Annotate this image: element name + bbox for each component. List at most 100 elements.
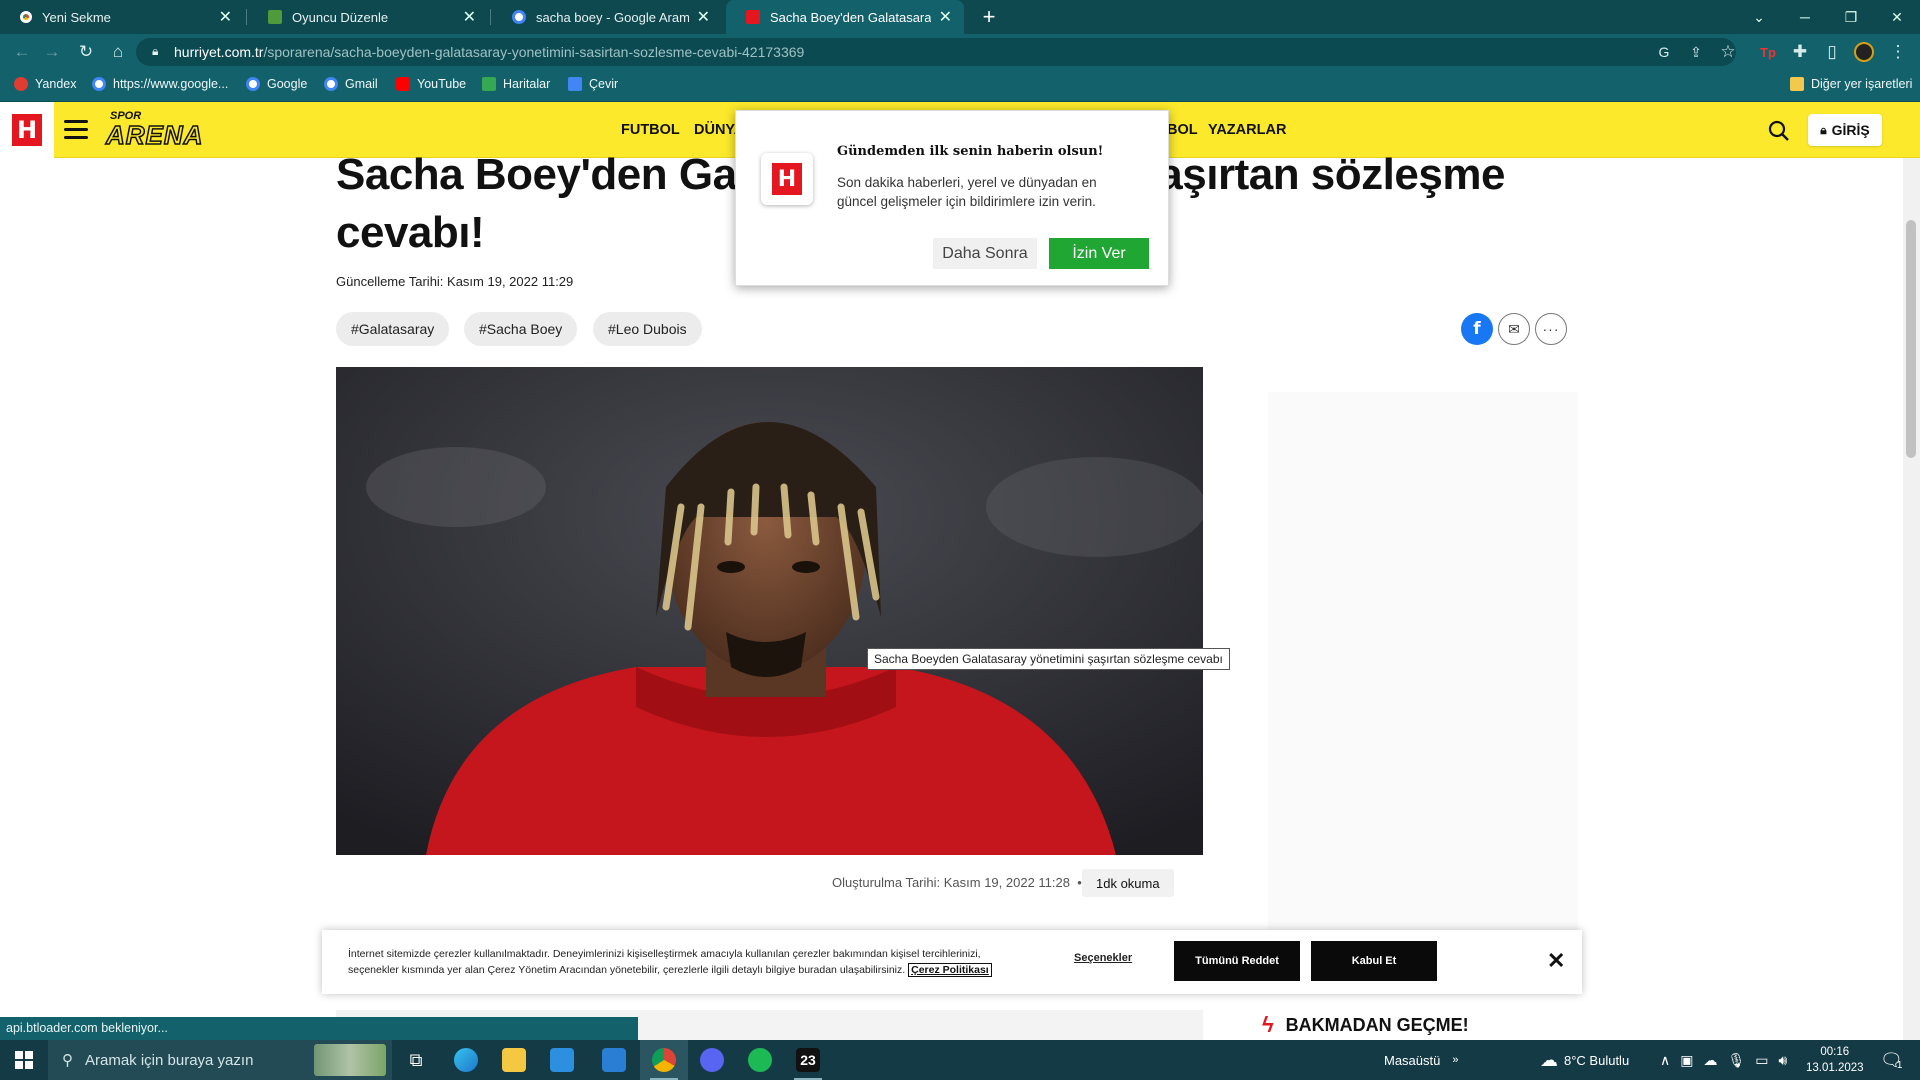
cookie-options-link[interactable]: Seçenekler: [1074, 952, 1132, 964]
bookmark-translate[interactable]: Çevir: [568, 77, 618, 91]
nav-futbol[interactable]: FUTBOL: [621, 122, 680, 138]
profile-avatar[interactable]: [1852, 40, 1876, 64]
bookmarks-bar: Yandex https://www.google... Google Gmai…: [0, 70, 1920, 102]
nav-yazarlar[interactable]: YAZARLAR: [1208, 122, 1286, 138]
extension-tp-icon[interactable]: Tp: [1756, 40, 1780, 64]
search-icon: ⚲: [62, 1052, 73, 1069]
file-explorer-icon[interactable]: [490, 1040, 538, 1080]
store-icon[interactable]: [538, 1040, 586, 1080]
translate-icon: [568, 77, 582, 91]
nav-basketbol[interactable]: BOL: [1167, 122, 1198, 138]
later-button[interactable]: Daha Sonra: [933, 238, 1037, 269]
tab-search-icon[interactable]: ⌄: [1736, 0, 1782, 34]
task-view-icon[interactable]: ⧉: [392, 1040, 440, 1080]
logo-container[interactable]: H: [0, 102, 54, 158]
spotify-icon[interactable]: [736, 1040, 784, 1080]
volume-icon[interactable]: 🔊︎: [1779, 1052, 1788, 1069]
app-23-icon[interactable]: 23: [784, 1040, 832, 1080]
onedrive-icon[interactable]: ☁: [1703, 1052, 1717, 1069]
google-lens-icon[interactable]: G: [1652, 40, 1676, 64]
allow-button[interactable]: İzin Ver: [1049, 238, 1149, 269]
other-bookmarks[interactable]: Diğer yer işaretleri: [1790, 77, 1912, 91]
back-icon[interactable]: ←: [10, 40, 34, 64]
extensions-puzzle-icon[interactable]: ✚: [1788, 40, 1812, 64]
device-icon[interactable]: ▣: [1680, 1052, 1693, 1069]
address-bar[interactable]: 🔒︎ hurriyet.com.tr/sporarena/sacha-boeyd…: [136, 38, 1736, 66]
close-tab-icon[interactable]: ✕: [463, 7, 476, 27]
forward-icon[interactable]: →: [40, 40, 64, 64]
taskbar-search-input[interactable]: ⚲ Aramak için buraya yazın: [48, 1040, 392, 1080]
yandex-icon: [14, 77, 28, 91]
tab-title: Yeni Sekme: [42, 9, 111, 25]
google-icon: [246, 77, 260, 91]
bookmark-maps[interactable]: Haritalar: [482, 77, 550, 91]
home-icon[interactable]: ⌂: [106, 40, 130, 64]
login-button[interactable]: 🔒︎ GİRİŞ: [1808, 114, 1882, 146]
close-icon[interactable]: ✕: [1547, 948, 1565, 974]
bookmark-star-icon[interactable]: ☆: [1716, 40, 1740, 64]
cookie-policy-link[interactable]: Çerez Politikası: [908, 963, 992, 977]
created-date: Oluşturulma Tarihi: Kasım 19, 2022 11:28…: [832, 875, 1082, 890]
tab-new-tab[interactable]: Yeni Sekme ✕: [0, 0, 244, 34]
tag-chip[interactable]: #Sacha Boey: [464, 312, 578, 346]
new-tab-button[interactable]: +: [976, 4, 1002, 30]
bookmark-youtube[interactable]: YouTube: [396, 77, 466, 91]
youtube-icon: [396, 77, 410, 91]
windows-taskbar: ⚲ Aramak için buraya yazın ⧉ 23 Masaüstü…: [0, 1040, 1920, 1080]
chevron-up-icon[interactable]: ∧: [1660, 1052, 1670, 1069]
mail-icon[interactable]: [590, 1040, 638, 1080]
notification-permission-dialog: H Gündemden ilk senin haberin olsun! Son…: [735, 110, 1169, 286]
desktop-label[interactable]: Masaüstü»: [1384, 1040, 1459, 1080]
search-icon[interactable]: [1768, 120, 1790, 142]
image-tooltip: Sacha Boeyden Galatasaray yönetimini şaş…: [867, 648, 1230, 670]
tab-google-search[interactable]: sacha boey - Google Arama ✕: [492, 0, 722, 34]
reload-icon[interactable]: ↻: [74, 40, 98, 64]
notification-center-icon[interactable]: 🗨︎ 1: [1880, 1040, 1903, 1080]
browser-tab-strip: Yeni Sekme ✕ Oyuncu Düzenle ✕ sacha boey…: [0, 0, 1920, 34]
search-highlight-image: [314, 1044, 386, 1076]
more-share-icon[interactable]: ···: [1535, 313, 1567, 345]
tab-oyuncu-duzenle[interactable]: Oyuncu Düzenle ✕: [248, 0, 488, 34]
bookmark-gmail[interactable]: Gmail: [324, 77, 378, 91]
minimize-button[interactable]: ─: [1782, 0, 1828, 34]
sporarena-logo[interactable]: SPOR ARENA: [105, 110, 210, 151]
edge-icon[interactable]: [442, 1040, 490, 1080]
restore-button[interactable]: ❐: [1828, 0, 1874, 34]
hurriyet-icon: [746, 10, 760, 24]
start-button[interactable]: [0, 1040, 48, 1080]
tag-chip[interactable]: #Galatasaray: [336, 312, 450, 346]
system-tray[interactable]: ∧ ▣ ☁ 🎙︎ ▭ 🔊︎: [1660, 1040, 1787, 1080]
chrome-taskbar-icon[interactable]: [640, 1040, 688, 1080]
url-path: /sporarena/sacha-boeyden-galatasaray-yon…: [263, 44, 805, 60]
facebook-share-icon[interactable]: f: [1461, 313, 1493, 345]
reject-all-button[interactable]: Tümünü Reddet: [1174, 941, 1300, 981]
tab-hurriyet-article[interactable]: Sacha Boey'den Galatasaray yöne ✕: [726, 0, 964, 34]
bookmark-google-url[interactable]: https://www.google...: [92, 77, 228, 91]
mail-share-icon[interactable]: ✉: [1498, 313, 1530, 345]
scrollbar-thumb[interactable]: [1906, 220, 1916, 458]
close-tab-icon[interactable]: ✕: [697, 7, 710, 27]
menu-kebab-icon[interactable]: ⋮: [1886, 40, 1910, 64]
game-icon: [268, 10, 282, 24]
side-panel-icon[interactable]: ▯: [1820, 40, 1844, 64]
clock[interactable]: 00:16 13.01.2023: [1806, 1040, 1864, 1080]
close-window-button[interactable]: ✕: [1874, 0, 1920, 34]
bookmark-yandex[interactable]: Yandex: [14, 77, 76, 91]
bookmark-google[interactable]: Google: [246, 77, 307, 91]
accept-button[interactable]: Kabul Et: [1311, 941, 1437, 981]
hamburger-menu-icon[interactable]: [64, 120, 88, 140]
tag-chip[interactable]: #Leo Dubois: [593, 312, 702, 346]
share-icon[interactable]: ⇪: [1684, 40, 1708, 64]
tab-title: Sacha Boey'den Galatasaray yöne: [770, 9, 931, 25]
lock-icon: 🔒︎: [152, 44, 159, 58]
folder-icon: [1790, 77, 1804, 91]
close-tab-icon[interactable]: ✕: [939, 7, 952, 27]
network-icon[interactable]: ▭: [1755, 1052, 1768, 1069]
microphone-icon[interactable]: 🎙︎: [1727, 1052, 1745, 1069]
discord-icon[interactable]: [688, 1040, 736, 1080]
close-tab-icon[interactable]: ✕: [219, 7, 232, 27]
browser-toolbar: ← → ↻ ⌂ 🔒︎ hurriyet.com.tr/sporarena/sac…: [0, 34, 1920, 70]
weather-widget[interactable]: ☁ 8°C Bulutlu: [1540, 1040, 1629, 1080]
cookie-text: İnternet sitemizde çerezler kullanılmakt…: [348, 946, 1028, 978]
updated-date: Güncelleme Tarihi: Kasım 19, 2022 11:29: [336, 274, 574, 289]
